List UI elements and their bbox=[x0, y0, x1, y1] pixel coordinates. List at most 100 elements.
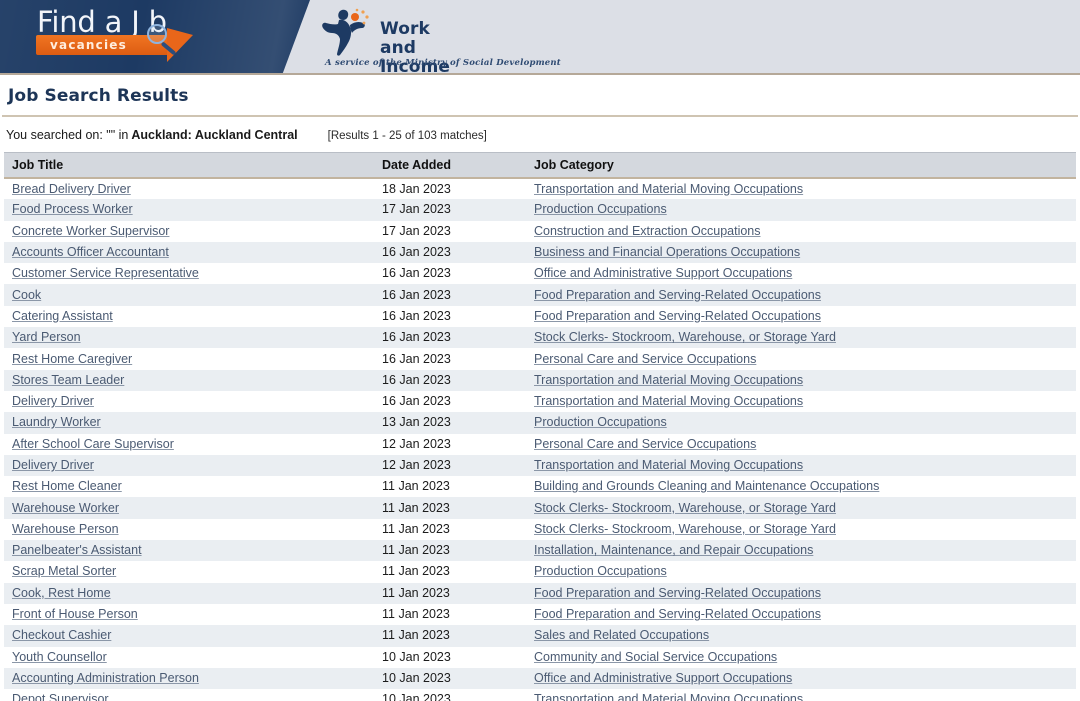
column-header-job-title[interactable]: Job Title bbox=[4, 152, 374, 179]
job-category-link[interactable]: Production Occupations bbox=[534, 202, 667, 216]
job-category-link[interactable]: Stock Clerks- Stockroom, Warehouse, or S… bbox=[534, 330, 836, 344]
job-category-link[interactable]: Personal Care and Service Occupations bbox=[534, 437, 756, 451]
job-category-link[interactable]: Transportation and Material Moving Occup… bbox=[534, 458, 803, 472]
job-title-link[interactable]: Warehouse Person bbox=[12, 522, 119, 536]
table-row: After School Care Supervisor 12 Jan 2023 P… bbox=[4, 433, 1076, 455]
cell-date-added: 17 Jan 2023 bbox=[382, 202, 451, 217]
cell-job-category: Community and Social Service Occupations bbox=[526, 647, 1076, 668]
cell-job-category: Transportation and Material Moving Occup… bbox=[526, 391, 1076, 412]
job-category-link[interactable]: Personal Care and Service Occupations bbox=[534, 352, 756, 366]
cell-job-title: Delivery Driver bbox=[4, 391, 374, 412]
table-row: Warehouse Person 11 Jan 2023 Stock Clerks-… bbox=[4, 518, 1076, 541]
job-category-link[interactable]: Construction and Extraction Occupations bbox=[534, 224, 761, 238]
job-title-link[interactable]: Rest Home Caregiver bbox=[12, 352, 132, 366]
table-row: Youth Counsellor 10 Jan 2023 Community and… bbox=[4, 646, 1076, 668]
job-category-link[interactable]: Office and Administrative Support Occupa… bbox=[534, 266, 792, 280]
job-title-link[interactable]: Catering Assistant bbox=[12, 309, 113, 323]
job-category-link[interactable]: Installation, Maintenance, and Repair Oc… bbox=[534, 543, 813, 557]
cell-job-category: Food Preparation and Serving-Related Occ… bbox=[526, 284, 1076, 305]
job-category-link[interactable]: Food Preparation and Serving-Related Occ… bbox=[534, 309, 821, 323]
job-title-link[interactable]: Panelbeater's Assistant bbox=[12, 543, 142, 557]
table-row: Rest Home Cleaner 11 Jan 2023 Building and… bbox=[4, 476, 1076, 498]
job-title-link[interactable]: After School Care Supervisor bbox=[12, 437, 174, 451]
job-category-link[interactable]: Transportation and Material Moving Occup… bbox=[534, 373, 803, 387]
column-header-date-added[interactable]: Date Added bbox=[374, 152, 526, 179]
job-results-table: Job Title Date Added Job Category Bread … bbox=[4, 152, 1076, 701]
job-category-link[interactable]: Community and Social Service Occupations bbox=[534, 650, 777, 664]
cell-job-title: Yard Person bbox=[4, 327, 374, 348]
job-title-link[interactable]: Checkout Cashier bbox=[12, 628, 111, 642]
cell-job-title: Laundry Worker bbox=[4, 412, 374, 433]
cell-job-category: Transportation and Material Moving Occup… bbox=[526, 178, 1076, 199]
job-title-link[interactable]: Concrete Worker Supervisor bbox=[12, 224, 169, 238]
job-category-link[interactable]: Transportation and Material Moving Occup… bbox=[534, 692, 803, 701]
magnifier-icon bbox=[142, 21, 186, 61]
job-title-link[interactable]: Yard Person bbox=[12, 330, 81, 344]
job-title-link[interactable]: Depot Supervisor bbox=[12, 692, 109, 701]
cell-job-category: Business and Financial Operations Occupa… bbox=[526, 242, 1076, 263]
cell-date-added: 16 Jan 2023 bbox=[382, 245, 451, 260]
job-title-link[interactable]: Youth Counsellor bbox=[12, 650, 107, 664]
job-category-link[interactable]: Transportation and Material Moving Occup… bbox=[534, 182, 803, 196]
cell-job-title: Rest Home Caregiver bbox=[4, 348, 374, 369]
cell-job-category: Production Occupations bbox=[526, 561, 1076, 582]
cell-job-title: Delivery Driver bbox=[4, 455, 374, 476]
cell-job-title: Food Process Worker bbox=[4, 199, 374, 220]
cell-date-added: 16 Jan 2023 bbox=[382, 351, 451, 366]
job-title-link[interactable]: Customer Service Representative bbox=[12, 266, 199, 280]
cell-job-category: Installation, Maintenance, and Repair Oc… bbox=[526, 540, 1076, 561]
table-row: Front of House Person 11 Jan 2023 Food Pre… bbox=[4, 603, 1076, 626]
cell-date-added: 11 Jan 2023 bbox=[382, 479, 450, 494]
job-category-link[interactable]: Transportation and Material Moving Occup… bbox=[534, 394, 803, 408]
cell-job-title: Front of House Person bbox=[4, 604, 374, 625]
job-title-link[interactable]: Food Process Worker bbox=[12, 202, 133, 216]
cell-job-title: Panelbeater's Assistant bbox=[4, 540, 374, 561]
cell-date-added: 17 Jan 2023 bbox=[382, 223, 451, 238]
cell-date-added: 11 Jan 2023 bbox=[382, 564, 450, 579]
job-category-link[interactable]: Stock Clerks- Stockroom, Warehouse, or S… bbox=[534, 522, 836, 536]
cell-date-added: 10 Jan 2023 bbox=[382, 670, 451, 685]
cell-job-category: Transportation and Material Moving Occup… bbox=[526, 370, 1076, 391]
table-row: Scrap Metal Sorter 11 Jan 2023 Production … bbox=[4, 561, 1076, 583]
job-title-link[interactable]: Cook, Rest Home bbox=[12, 586, 111, 600]
cell-job-category: Food Preparation and Serving-Related Occ… bbox=[526, 306, 1076, 327]
job-title-link[interactable]: Delivery Driver bbox=[12, 394, 94, 408]
job-title-link[interactable]: Warehouse Worker bbox=[12, 501, 119, 515]
cell-date-added: 16 Jan 2023 bbox=[382, 394, 451, 409]
table-row: Laundry Worker 13 Jan 2023 Production Occu… bbox=[4, 412, 1076, 434]
job-category-link[interactable]: Business and Financial Operations Occupa… bbox=[534, 245, 800, 259]
job-title-link[interactable]: Accounting Administration Person bbox=[12, 671, 199, 685]
job-category-link[interactable]: Food Preparation and Serving-Related Occ… bbox=[534, 586, 821, 600]
table-row: Bread Delivery Driver 18 Jan 2023 Transpor… bbox=[4, 178, 1076, 200]
table-row: Accounting Administration Person 10 Jan 2… bbox=[4, 667, 1076, 690]
table-row: Rest Home Caregiver 16 Jan 2023 Personal C… bbox=[4, 348, 1076, 370]
results-count: [Results 1 - 25 of 103 matches] bbox=[327, 130, 487, 142]
magnifier-lens bbox=[147, 24, 167, 44]
job-title-link[interactable]: Cook bbox=[12, 288, 41, 302]
job-title-link[interactable]: Bread Delivery Driver bbox=[12, 182, 131, 196]
job-category-link[interactable]: Production Occupations bbox=[534, 415, 667, 429]
job-title-link[interactable]: Delivery Driver bbox=[12, 458, 94, 472]
job-category-link[interactable]: Stock Clerks- Stockroom, Warehouse, or S… bbox=[534, 501, 836, 515]
job-category-link[interactable]: Food Preparation and Serving-Related Occ… bbox=[534, 288, 821, 302]
job-category-link[interactable]: Production Occupations bbox=[534, 564, 667, 578]
column-header-job-category[interactable]: Job Category bbox=[526, 152, 1076, 179]
job-title-link[interactable]: Accounts Officer Accountant bbox=[12, 245, 169, 259]
cell-date-added: 11 Jan 2023 bbox=[382, 521, 450, 536]
table-row: Cook 16 Jan 2023 Food Preparation and Serv… bbox=[4, 284, 1076, 306]
job-title-link[interactable]: Laundry Worker bbox=[12, 415, 101, 429]
job-category-link[interactable]: Sales and Related Occupations bbox=[534, 628, 709, 642]
job-category-link[interactable]: Food Preparation and Serving-Related Occ… bbox=[534, 607, 821, 621]
table-row: Checkout Cashier 11 Jan 2023 Sales and Rel… bbox=[4, 625, 1076, 647]
job-title-link[interactable]: Front of House Person bbox=[12, 607, 138, 621]
find-a-job-logo[interactable]: Find a J b vacancies bbox=[36, 8, 216, 68]
job-category-link[interactable]: Building and Grounds Cleaning and Mainte… bbox=[534, 479, 879, 493]
job-category-link[interactable]: Office and Administrative Support Occupa… bbox=[534, 671, 792, 685]
job-title-link[interactable]: Scrap Metal Sorter bbox=[12, 564, 116, 578]
job-title-link[interactable]: Rest Home Cleaner bbox=[12, 479, 122, 493]
cell-job-title: Cook bbox=[4, 284, 374, 305]
cell-date-added: 16 Jan 2023 bbox=[382, 372, 451, 387]
job-title-link[interactable]: Stores Team Leader bbox=[12, 373, 124, 387]
table-row: Cook, Rest Home 11 Jan 2023 Food Preparati… bbox=[4, 582, 1076, 604]
table-row: Customer Service Representative 16 Jan 20… bbox=[4, 263, 1076, 285]
